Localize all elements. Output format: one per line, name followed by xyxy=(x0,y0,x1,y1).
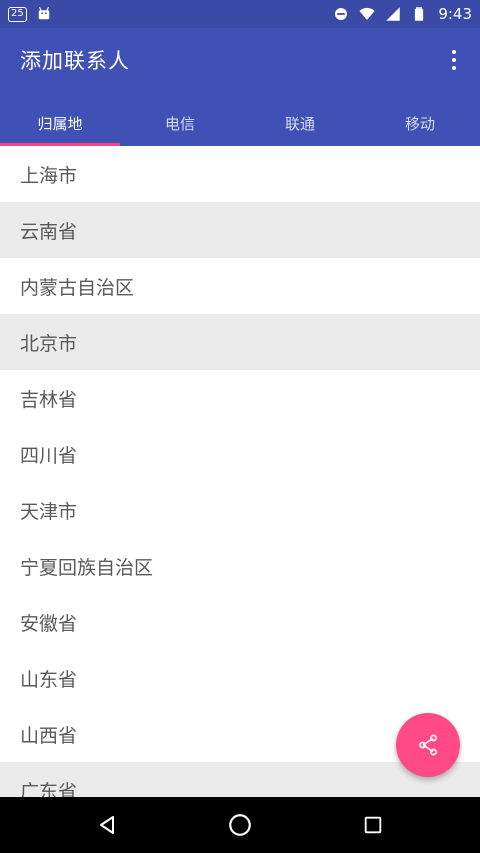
tab-mobile[interactable]: 移动 xyxy=(360,100,480,146)
list-item[interactable]: 安徽省 xyxy=(0,594,480,650)
screen: 25 9:43 添加联系人 归属地 电信 联通 移动 上海市 云南省 内蒙古自治… xyxy=(0,0,480,853)
overflow-menu-icon[interactable] xyxy=(442,48,466,72)
back-button[interactable] xyxy=(83,801,131,849)
home-button[interactable] xyxy=(216,801,264,849)
android-icon xyxy=(38,6,49,20)
share-button[interactable] xyxy=(396,713,460,777)
list-item[interactable]: 吉林省 xyxy=(0,370,480,426)
recents-icon xyxy=(365,816,382,834)
wifi-icon xyxy=(359,7,375,21)
notification-25-icon: 25 xyxy=(8,6,27,22)
list-item[interactable]: 北京市 xyxy=(0,314,480,370)
recents-button[interactable] xyxy=(349,801,397,849)
tab-unicom[interactable]: 联通 xyxy=(240,100,360,146)
list-item[interactable]: 云南省 xyxy=(0,202,480,258)
app-bar: 添加联系人 归属地 电信 联通 移动 xyxy=(0,28,480,146)
status-left: 25 xyxy=(8,5,53,23)
province-list: 上海市 云南省 内蒙古自治区 北京市 吉林省 四川省 天津市 宁夏回族自治区 安… xyxy=(0,146,480,797)
list-item[interactable]: 宁夏回族自治区 xyxy=(0,538,480,594)
status-bar: 25 9:43 xyxy=(0,0,480,28)
page-title: 添加联系人 xyxy=(20,49,130,73)
tab-telecom[interactable]: 电信 xyxy=(120,100,240,146)
menu-dot xyxy=(452,66,456,70)
battery-icon xyxy=(415,7,424,21)
navigation-bar xyxy=(0,797,480,853)
share-icon xyxy=(419,734,437,756)
list-item[interactable]: 内蒙古自治区 xyxy=(0,258,480,314)
list-item[interactable]: 上海市 xyxy=(0,146,480,202)
menu-dot xyxy=(452,58,456,62)
home-icon xyxy=(229,814,251,836)
do-not-disturb-icon xyxy=(335,8,348,20)
list-item[interactable]: 四川省 xyxy=(0,426,480,482)
tab-location[interactable]: 归属地 xyxy=(0,100,120,146)
tab-bar: 归属地 电信 联通 移动 xyxy=(0,100,480,146)
clock: 9:43 xyxy=(438,5,472,23)
list-item[interactable]: 天津市 xyxy=(0,482,480,538)
back-icon xyxy=(99,816,114,834)
list-item[interactable]: 山东省 xyxy=(0,650,480,706)
signal-icon xyxy=(386,7,401,21)
status-right: 9:43 xyxy=(332,5,472,23)
menu-dot xyxy=(452,50,456,54)
